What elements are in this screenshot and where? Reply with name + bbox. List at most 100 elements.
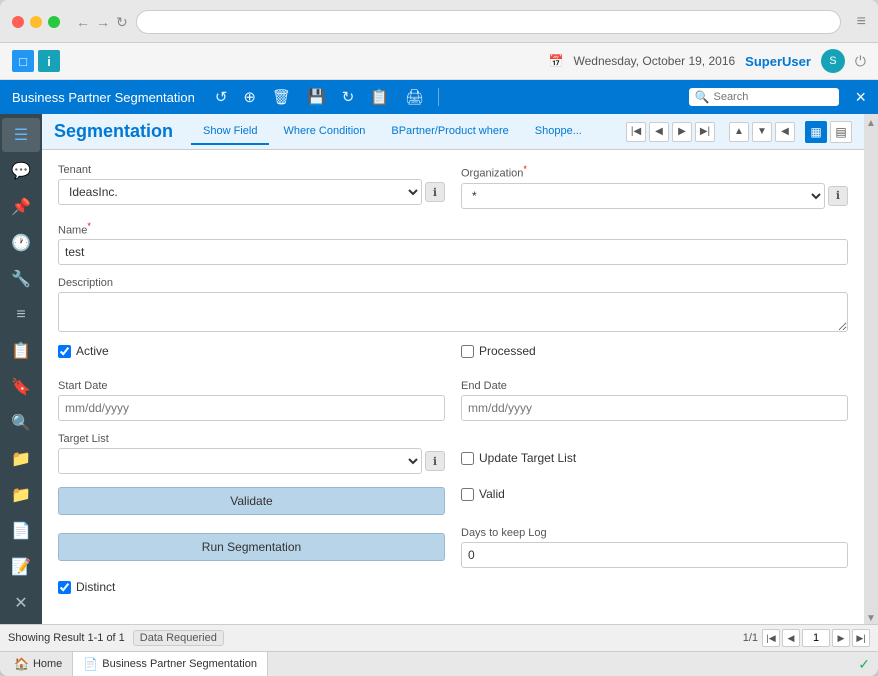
forward-button[interactable]: → (96, 14, 110, 31)
sidebar-item-menu[interactable]: ☰ (2, 118, 40, 152)
add-button[interactable]: ⊕ (239, 86, 260, 108)
run-segmentation-button[interactable]: Run Segmentation (58, 533, 445, 561)
nav-first-button[interactable]: |◀ (626, 122, 646, 142)
form-row-description: Description (58, 277, 848, 332)
form-row-active-processed: Active Processed (58, 344, 848, 368)
print-button[interactable]: 🖨 (401, 86, 428, 108)
right-scrollbar[interactable]: ▲ ▼ (864, 114, 878, 624)
tab-bar: Segmentation Show Field Where Condition … (42, 114, 864, 150)
page-first-button[interactable]: |◀ (762, 629, 780, 647)
calendar-icon: 📅 (549, 54, 564, 68)
delete-button[interactable]: 🗑 (268, 86, 295, 108)
page-number-input[interactable] (802, 629, 830, 647)
page-last-button[interactable]: ▶| (852, 629, 870, 647)
undo-button[interactable]: ↺ (211, 86, 232, 108)
description-input[interactable] (58, 292, 848, 332)
days-log-input[interactable] (461, 542, 848, 568)
sidebar-item-clipboard[interactable]: 📋 (2, 334, 40, 368)
refresh-button[interactable]: ↻ (116, 14, 128, 31)
app-header-right: 📅 Wednesday, October 19, 2016 SuperUser … (549, 49, 866, 73)
name-input[interactable] (58, 239, 848, 265)
update-target-list-checkbox[interactable] (461, 452, 474, 465)
app-icon-document[interactable]: □ (12, 50, 34, 72)
active-checkbox[interactable] (58, 345, 71, 358)
close-window-button[interactable] (12, 16, 24, 28)
expand-button[interactable]: ▼ (752, 122, 772, 142)
search-input[interactable] (713, 91, 833, 103)
nav-next-button[interactable]: ▶ (672, 122, 692, 142)
sidebar: ☰ 💬 📌 🕐 🔧 ≡ 📋 🔖 🔍 📁 📁 📄 📝 ✕ (0, 114, 42, 624)
app-icon-info[interactable]: i (38, 50, 60, 72)
save-button[interactable]: 💾 (303, 86, 330, 108)
end-date-input[interactable] (461, 395, 848, 421)
sidebar-item-clock[interactable]: 🕐 (2, 226, 40, 260)
sidebar-item-bookmark[interactable]: 🔖 (2, 370, 40, 404)
refresh-button[interactable]: ↻ (338, 86, 359, 108)
collapse-button[interactable]: ▲ (729, 122, 749, 142)
collapse-left-button[interactable]: ◀ (775, 122, 795, 142)
start-date-label: Start Date (58, 380, 445, 392)
distinct-checkbox[interactable] (58, 581, 71, 594)
sidebar-item-wrench[interactable]: 🔧 (2, 262, 40, 296)
sidebar-item-folder1[interactable]: 📁 (2, 442, 40, 476)
browser-menu-icon[interactable]: ≡ (857, 13, 866, 31)
form-view-button[interactable]: ▤ (830, 121, 852, 143)
footer-tab-segmentation[interactable]: 📄 Business Partner Segmentation (73, 652, 268, 676)
form-group-processed: Processed (461, 344, 848, 368)
tab-show-field[interactable]: Show Field (191, 119, 269, 145)
traffic-lights (12, 16, 60, 28)
scroll-track[interactable] (866, 131, 876, 611)
user-avatar[interactable]: S (821, 49, 845, 73)
tab-where-condition[interactable]: Where Condition (271, 119, 377, 145)
tab-bar-right: |◀ ◀ ▶ ▶| ▲ ▼ ◀ ▦ ▤ (626, 121, 852, 143)
app-header-left: □ i (12, 50, 60, 72)
form-group-update-target-list: Update Target List (461, 433, 848, 475)
content-area: Segmentation Show Field Where Condition … (42, 114, 864, 624)
sidebar-item-edit[interactable]: 📝 (2, 550, 40, 584)
active-label: Active (76, 344, 109, 358)
org-select[interactable]: * (461, 183, 825, 209)
nav-last-button[interactable]: ▶| (695, 122, 715, 142)
back-button[interactable]: ← (76, 14, 90, 31)
org-info-button[interactable]: ℹ (828, 186, 848, 206)
sidebar-item-chat[interactable]: 💬 (2, 154, 40, 188)
footer-tab-home[interactable]: 🏠 Home (4, 652, 73, 676)
minimize-window-button[interactable] (30, 16, 42, 28)
footer-status-icon: ✓ (858, 656, 874, 673)
power-icon[interactable]: ⏻ (855, 53, 866, 70)
page-info-text: 1/1 (743, 632, 758, 644)
nav-prev-button[interactable]: ◀ (649, 122, 669, 142)
processed-label: Processed (479, 344, 536, 358)
tab-bpartner-product[interactable]: BPartner/Product where (379, 119, 520, 145)
tenant-info-button[interactable]: ℹ (425, 182, 445, 202)
grid-view-button[interactable]: ▦ (805, 121, 827, 143)
browser-nav: ← → ↻ (76, 14, 128, 31)
sidebar-item-list[interactable]: ≡ (2, 298, 40, 332)
sidebar-item-folder2[interactable]: 📁 (2, 478, 40, 512)
processed-checkbox[interactable] (461, 345, 474, 358)
tenant-select[interactable]: IdeasInc. (58, 179, 422, 205)
export-button[interactable]: 📋 (366, 86, 393, 108)
search-icon: 🔍 (695, 90, 710, 104)
tab-shoppe[interactable]: Shoppe... (523, 119, 594, 145)
showing-result-text: Showing Result 1-1 of 1 (8, 632, 125, 644)
sidebar-item-close[interactable]: ✕ (2, 586, 40, 620)
form-row-target-list: Target List ℹ Update Target List (58, 433, 848, 475)
target-list-select[interactable] (58, 448, 422, 474)
target-list-info-button[interactable]: ℹ (425, 451, 445, 471)
address-bar[interactable] (136, 10, 841, 34)
maximize-window-button[interactable] (48, 16, 60, 28)
close-button[interactable]: × (855, 87, 866, 108)
sidebar-item-pin[interactable]: 📌 (2, 190, 40, 224)
start-date-input[interactable] (58, 395, 445, 421)
validate-button[interactable]: Validate (58, 487, 445, 515)
valid-checkbox[interactable] (461, 488, 474, 501)
sidebar-item-doc[interactable]: 📄 (2, 514, 40, 548)
page-nav: |◀ ◀ ▶ ▶| (762, 629, 870, 647)
scroll-up-arrow[interactable]: ▲ (866, 118, 876, 129)
page-next-button[interactable]: ▶ (832, 629, 850, 647)
toolbar-search[interactable]: 🔍 (689, 88, 840, 106)
sidebar-item-search[interactable]: 🔍 (2, 406, 40, 440)
scroll-down-arrow[interactable]: ▼ (866, 613, 876, 624)
page-prev-button[interactable]: ◀ (782, 629, 800, 647)
